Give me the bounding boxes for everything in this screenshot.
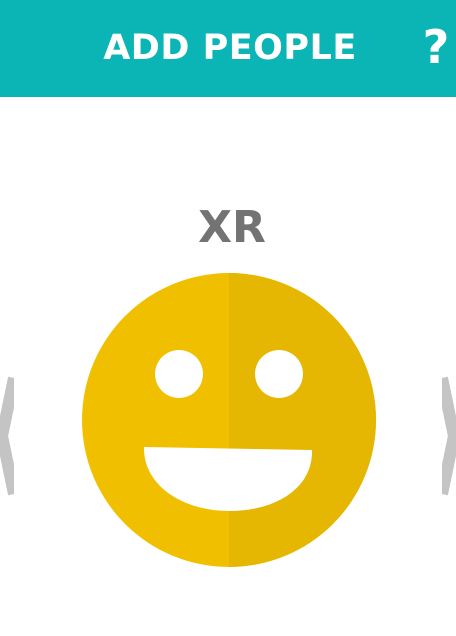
user-initials: XR <box>198 202 266 253</box>
next-button[interactable] <box>442 372 456 500</box>
avatar[interactable] <box>82 273 376 567</box>
smiley-face-icon <box>82 273 376 567</box>
help-button[interactable]: ? <box>419 22 453 72</box>
header-bar: ADD PEOPLE ? <box>0 0 456 97</box>
chevron-left-icon <box>0 376 14 496</box>
chevron-right-icon <box>442 376 456 496</box>
previous-button[interactable] <box>0 372 14 500</box>
page-title: ADD PEOPLE <box>103 28 357 68</box>
